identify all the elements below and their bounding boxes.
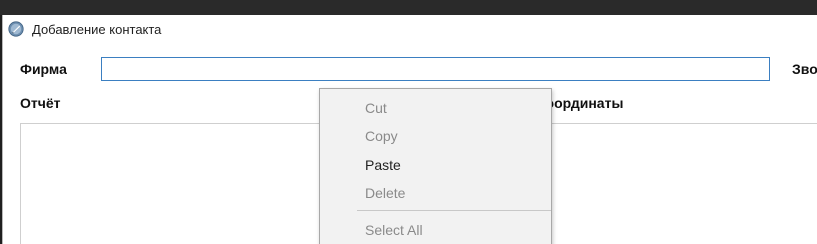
menu-item-copy[interactable]: Copy <box>320 123 551 149</box>
add-contact-window: Добавление контакта Фирма Звонки Отчёт К… <box>2 15 817 244</box>
calls-label: Звонки <box>792 61 817 77</box>
report-label: Отчёт <box>20 95 61 111</box>
background-window-edge <box>0 0 817 15</box>
menu-item-delete[interactable]: Delete <box>320 180 551 206</box>
coords-field[interactable] <box>537 123 817 244</box>
window-titlebar[interactable]: Добавление контакта <box>3 15 817 43</box>
menu-item-paste[interactable]: Paste <box>320 152 551 178</box>
firm-input[interactable] <box>101 57 770 81</box>
window-title: Добавление контакта <box>32 21 162 37</box>
context-menu: Cut Copy Paste Delete Select All <box>319 88 552 244</box>
menu-item-select-all[interactable]: Select All <box>320 217 551 243</box>
menu-item-cut[interactable]: Cut <box>320 95 551 121</box>
feather-pen-icon <box>8 21 24 37</box>
menu-separator <box>357 210 551 211</box>
desktop: Добавление контакта Фирма Звонки Отчёт К… <box>0 0 817 244</box>
firm-label: Фирма <box>20 61 67 77</box>
